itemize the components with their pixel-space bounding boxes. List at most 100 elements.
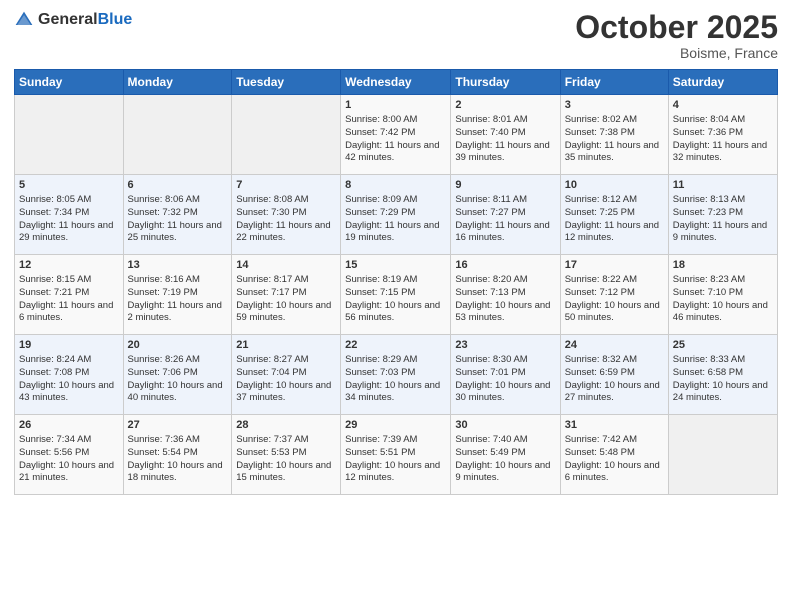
calendar-cell: 16Sunrise: 8:20 AMSunset: 7:13 PMDayligh…	[451, 255, 560, 335]
daylight: Daylight: 11 hours and 6 minutes.	[19, 300, 113, 324]
sunset: Sunset: 7:17 PM	[236, 287, 306, 298]
calendar-cell: 10Sunrise: 8:12 AMSunset: 7:25 PMDayligh…	[560, 175, 668, 255]
daylight: Daylight: 10 hours and 56 minutes.	[345, 300, 440, 324]
daylight: Daylight: 10 hours and 9 minutes.	[455, 460, 550, 484]
daylight: Daylight: 10 hours and 24 minutes.	[673, 380, 768, 404]
sunrise: Sunrise: 8:17 AM	[236, 274, 308, 285]
calendar-cell: 19Sunrise: 8:24 AMSunset: 7:08 PMDayligh…	[15, 335, 124, 415]
calendar-table: Sunday Monday Tuesday Wednesday Thursday…	[14, 69, 778, 495]
calendar-cell: 18Sunrise: 8:23 AMSunset: 7:10 PMDayligh…	[668, 255, 777, 335]
calendar-cell: 30Sunrise: 7:40 AMSunset: 5:49 PMDayligh…	[451, 415, 560, 495]
daylight: Daylight: 10 hours and 12 minutes.	[345, 460, 440, 484]
sunset: Sunset: 7:13 PM	[455, 287, 525, 298]
sunset: Sunset: 7:01 PM	[455, 367, 525, 378]
daylight: Daylight: 10 hours and 6 minutes.	[565, 460, 660, 484]
sunset: Sunset: 7:29 PM	[345, 207, 415, 218]
calendar-cell: 5Sunrise: 8:05 AM Sunset: 7:34 PM Daylight…	[15, 175, 124, 255]
daylight: Daylight: 10 hours and 30 minutes.	[455, 380, 550, 404]
day-number: 20	[128, 338, 228, 353]
daylight: Daylight: 10 hours and 15 minutes.	[236, 460, 331, 484]
logo-blue: Blue	[98, 11, 133, 28]
daylight: Daylight: 11 hours and 25 minutes.	[128, 220, 222, 244]
day-number: 14	[236, 258, 336, 273]
day-number: 27	[128, 418, 228, 433]
sunset: Sunset: 7:32 PM	[128, 207, 198, 218]
sunset: Sunset: 5:48 PM	[565, 447, 635, 458]
sunset: Sunset: 7:08 PM	[19, 367, 89, 378]
calendar-cell: 2Sunrise: 8:01 AMSunset: 7:40 PMDaylight…	[451, 95, 560, 175]
day-number: 30	[455, 418, 555, 433]
sunset: Sunset: 7:23 PM	[673, 207, 743, 218]
sunset: Sunset: 7:10 PM	[673, 287, 743, 298]
calendar-cell: 21Sunrise: 8:27 AMSunset: 7:04 PMDayligh…	[232, 335, 341, 415]
sunset: Sunset: 7:34 PM	[19, 207, 89, 218]
title-block: October 2025 Boisme, France	[575, 10, 778, 61]
calendar-cell: 17Sunrise: 8:22 AMSunset: 7:12 PMDayligh…	[560, 255, 668, 335]
day-number: 15	[345, 258, 446, 273]
sunset: Sunset: 7:04 PM	[236, 367, 306, 378]
sunrise: Sunrise: 8:23 AM	[673, 274, 745, 285]
day-number: 5	[19, 178, 119, 193]
header: GeneralBlue October 2025 Boisme, France	[14, 10, 778, 61]
sunrise: Sunrise: 8:22 AM	[565, 274, 637, 285]
calendar-body: 1Sunrise: 8:00 AMSunset: 7:42 PMDaylight…	[15, 95, 778, 495]
sunrise: Sunrise: 8:26 AM	[128, 354, 200, 365]
sunset: Sunset: 7:21 PM	[19, 287, 89, 298]
daylight: Daylight: 11 hours and 32 minutes.	[673, 140, 767, 164]
day-number: 31	[565, 418, 664, 433]
daylight: Daylight: 10 hours and 50 minutes.	[565, 300, 660, 324]
sunrise: Sunrise: 7:39 AM	[345, 434, 417, 445]
daylight: Daylight: 11 hours and 2 minutes.	[128, 300, 222, 324]
sunset: Sunset: 5:51 PM	[345, 447, 415, 458]
daylight: Daylight: 11 hours and 22 minutes.	[236, 220, 330, 244]
sunrise: Sunrise: 8:05 AM	[19, 194, 91, 205]
calendar-cell: 27Sunrise: 7:36 AMSunset: 5:54 PMDayligh…	[123, 415, 232, 495]
header-monday: Monday	[123, 70, 232, 95]
sunrise: Sunrise: 8:29 AM	[345, 354, 417, 365]
sunset: Sunset: 5:53 PM	[236, 447, 306, 458]
day-number: 8	[345, 178, 446, 193]
daylight: Daylight: 11 hours and 29 minutes.	[19, 220, 113, 244]
calendar-cell: 15Sunrise: 8:19 AMSunset: 7:15 PMDayligh…	[341, 255, 451, 335]
calendar-cell	[123, 95, 232, 175]
calendar-header: Sunday Monday Tuesday Wednesday Thursday…	[15, 70, 778, 95]
calendar-cell: 1Sunrise: 8:00 AMSunset: 7:42 PMDaylight…	[341, 95, 451, 175]
calendar-cell: 28Sunrise: 7:37 AMSunset: 5:53 PMDayligh…	[232, 415, 341, 495]
month-title: October 2025	[575, 10, 778, 45]
sunset: Sunset: 6:58 PM	[673, 367, 743, 378]
calendar-cell: 14Sunrise: 8:17 AMSunset: 7:17 PMDayligh…	[232, 255, 341, 335]
calendar-cell: 20Sunrise: 8:26 AMSunset: 7:06 PMDayligh…	[123, 335, 232, 415]
daylight: Daylight: 10 hours and 46 minutes.	[673, 300, 768, 324]
daylight: Daylight: 10 hours and 40 minutes.	[128, 380, 223, 404]
day-number: 28	[236, 418, 336, 433]
daylight: Daylight: 10 hours and 43 minutes.	[19, 380, 114, 404]
logo-icon	[14, 10, 34, 30]
sunrise: Sunrise: 8:09 AM	[345, 194, 417, 205]
sunrise: Sunrise: 8:06 AM	[128, 194, 200, 205]
header-thursday: Thursday	[451, 70, 560, 95]
daylight: Daylight: 11 hours and 12 minutes.	[565, 220, 659, 244]
sunrise: Sunrise: 7:36 AM	[128, 434, 200, 445]
day-number: 11	[673, 178, 773, 193]
day-number: 10	[565, 178, 664, 193]
logo-general: General	[38, 11, 98, 28]
sunrise: Sunrise: 7:34 AM	[19, 434, 91, 445]
location: Boisme, France	[575, 45, 778, 61]
daylight: Daylight: 11 hours and 9 minutes.	[673, 220, 767, 244]
calendar-cell: 12Sunrise: 8:15 AMSunset: 7:21 PMDayligh…	[15, 255, 124, 335]
daylight: Daylight: 10 hours and 53 minutes.	[455, 300, 550, 324]
calendar-cell	[15, 95, 124, 175]
calendar-week-2: 12Sunrise: 8:15 AMSunset: 7:21 PMDayligh…	[15, 255, 778, 335]
daylight: Daylight: 10 hours and 34 minutes.	[345, 380, 440, 404]
header-sunday: Sunday	[15, 70, 124, 95]
sunset: Sunset: 7:30 PM	[236, 207, 306, 218]
calendar-cell: 6Sunrise: 8:06 AMSunset: 7:32 PMDaylight…	[123, 175, 232, 255]
calendar-week-0: 1Sunrise: 8:00 AMSunset: 7:42 PMDaylight…	[15, 95, 778, 175]
sunrise: Sunrise: 8:13 AM	[673, 194, 745, 205]
calendar-cell: 24Sunrise: 8:32 AMSunset: 6:59 PMDayligh…	[560, 335, 668, 415]
daylight: Daylight: 10 hours and 37 minutes.	[236, 380, 331, 404]
sunset: Sunset: 5:54 PM	[128, 447, 198, 458]
sunrise: Sunrise: 8:19 AM	[345, 274, 417, 285]
calendar-cell	[668, 415, 777, 495]
sunrise: Sunrise: 8:15 AM	[19, 274, 91, 285]
